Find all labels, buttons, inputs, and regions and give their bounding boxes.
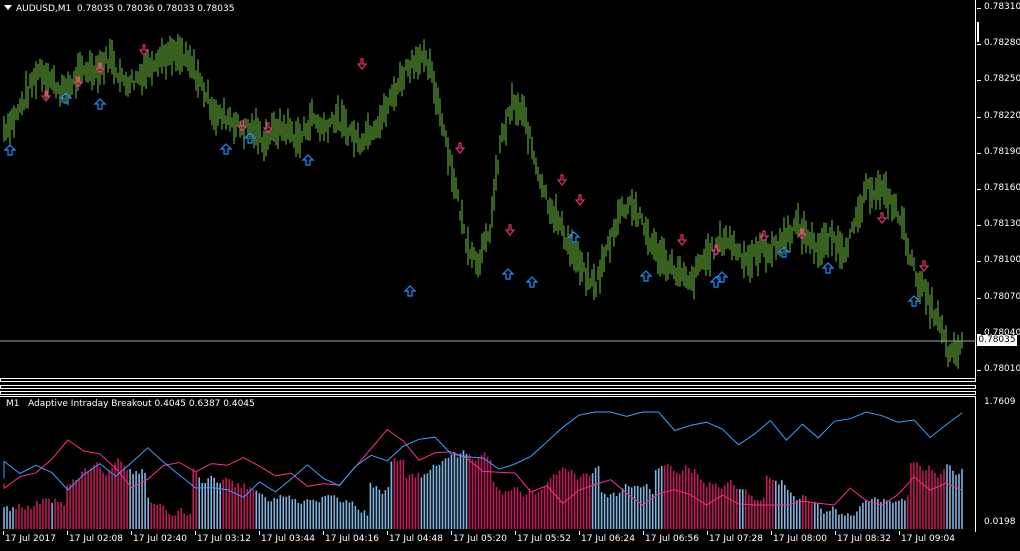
time-tick [899, 531, 900, 535]
time-tick [323, 531, 324, 535]
buy-arrow-icon [219, 143, 233, 155]
time-tick-label: 17 Jul 08:32 [837, 534, 891, 544]
time-tick [387, 531, 388, 535]
time-tick [835, 531, 836, 535]
price-tick-label: 0.78010 [984, 364, 1020, 374]
price-tick-label: 0.78100 [984, 255, 1020, 266]
time-tick [579, 531, 580, 535]
time-tick-label: 17 Jul 05:52 [517, 534, 571, 544]
sell-arrow-icon [504, 224, 516, 236]
time-tick [771, 531, 772, 535]
time-tick [3, 531, 4, 535]
time-tick-label: 17 Jul 04:16 [325, 534, 379, 544]
time-tick-label: 17 Jul 02:08 [69, 534, 123, 544]
buy-arrow-icon [639, 270, 653, 282]
sell-arrow-icon [876, 212, 888, 224]
indicator-line [3, 428, 963, 506]
time-tick [131, 531, 132, 535]
price-tick [977, 44, 981, 46]
buy-arrow-icon [403, 285, 417, 297]
sell-arrow-icon [758, 230, 770, 242]
sell-arrow-icon [676, 234, 688, 246]
price-tick [977, 370, 981, 371]
price-tick-label: 0.78130 [984, 219, 1020, 230]
sell-arrow-icon [454, 142, 466, 154]
buy-arrow-icon [715, 271, 729, 283]
time-tick [515, 531, 516, 535]
price-tick-label: 0.78310 [984, 2, 1020, 12]
indicator-axis-min: 0.0198 [984, 517, 1016, 527]
buy-arrow-icon [3, 144, 17, 156]
time-tick-label: 17 Jul 06:24 [581, 534, 635, 544]
time-tick-label: 17 Jul 03:12 [197, 534, 251, 544]
time-tick-label: 17 Jul 06:56 [645, 534, 699, 544]
price-tick [977, 8, 981, 9]
time-tick-label: 17 Jul 07:28 [709, 534, 763, 544]
price-tick [977, 116, 981, 118]
indicator-axis-max: 1.7609 [984, 397, 1016, 407]
price-tick-label: 0.78040 [984, 327, 1020, 338]
sell-arrow-icon [556, 174, 568, 186]
price-tick-label: 0.78070 [984, 291, 1020, 302]
time-tick [67, 531, 68, 535]
sell-arrow-icon [356, 58, 368, 70]
buy-arrow-icon [93, 98, 107, 110]
price-tick [977, 189, 981, 190]
buy-arrow-icon [501, 268, 515, 280]
price-tick-label: 0.78190 [984, 146, 1020, 157]
indicator-line [3, 411, 963, 499]
time-tick-label: 17 Jul 03:44 [261, 534, 315, 544]
time-tick [259, 531, 260, 535]
price-tick [977, 261, 981, 263]
price-tick-label: 0.78280 [984, 38, 1020, 49]
time-tick-label: 17 Jul 09:04 [901, 534, 955, 544]
buy-arrow-icon [525, 276, 539, 288]
price-tick [977, 297, 981, 299]
price-tick [977, 152, 981, 154]
price-tick [977, 225, 981, 227]
chart-canvas [0, 34, 976, 529]
time-tick-label: 17 Jul 04:48 [389, 534, 443, 544]
time-tick-label: 17 Jul 05:20 [453, 534, 507, 544]
buy-arrow-icon [301, 154, 315, 166]
price-tick-label: 0.78160 [984, 183, 1020, 193]
sell-arrow-icon [918, 260, 930, 272]
price-tick [977, 333, 981, 335]
price-tick [977, 80, 981, 82]
time-tick [707, 531, 708, 535]
price-tick-label: 0.78250 [984, 74, 1020, 85]
sell-arrow-icon [138, 44, 150, 56]
time-tick-label: 17 Jul 02:40 [133, 534, 187, 544]
time-tick-label: 17 Jul 2017 [5, 534, 56, 544]
time-tick [195, 531, 196, 535]
time-tick-label: 17 Jul 08:00 [773, 534, 827, 544]
price-tick-label: 0.78220 [984, 110, 1020, 121]
buy-arrow-icon [821, 262, 835, 274]
time-tick [451, 531, 452, 535]
time-tick [643, 531, 644, 535]
sell-arrow-icon [574, 194, 586, 206]
